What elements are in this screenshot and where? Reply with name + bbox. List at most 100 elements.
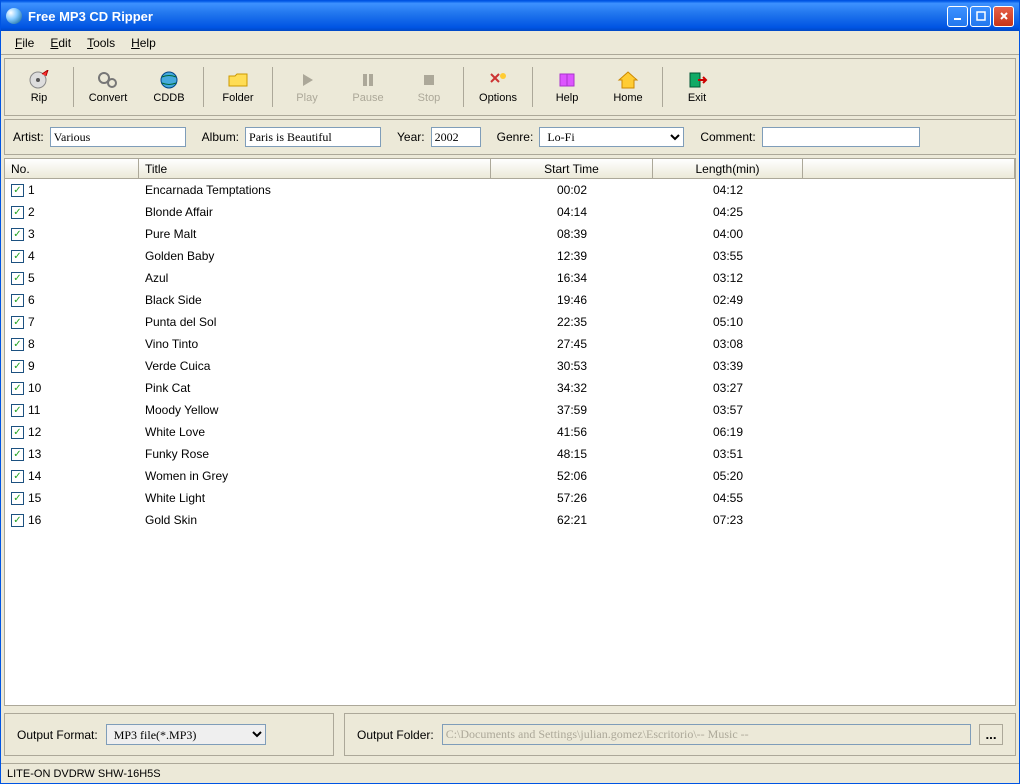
home-icon (616, 70, 640, 90)
output-format-select[interactable]: MP3 file(*.MP3) (106, 724, 266, 745)
stop-button[interactable]: Stop (399, 63, 459, 111)
track-title: Pure Malt (139, 226, 491, 242)
exit-icon (685, 70, 709, 90)
track-checkbox[interactable]: ✓ (11, 272, 24, 285)
track-checkbox[interactable]: ✓ (11, 294, 24, 307)
output-folder-field[interactable] (442, 724, 971, 745)
track-no: 13 (28, 447, 41, 461)
browse-button[interactable]: ... (979, 724, 1003, 745)
table-row[interactable]: ✓2Blonde Affair04:1404:25 (5, 201, 1015, 223)
track-no: 1 (28, 183, 35, 197)
stop-icon (417, 70, 441, 90)
home-button[interactable]: Home (598, 63, 658, 111)
track-no: 11 (28, 403, 40, 417)
track-checkbox[interactable]: ✓ (11, 250, 24, 263)
track-list: No. Title Start Time Length(min) ✓1Encar… (4, 158, 1016, 706)
track-checkbox[interactable]: ✓ (11, 470, 24, 483)
menu-help[interactable]: Help (123, 34, 164, 52)
track-checkbox[interactable]: ✓ (11, 426, 24, 439)
track-length: 04:25 (653, 204, 803, 220)
table-row[interactable]: ✓11Moody Yellow37:5903:57 (5, 399, 1015, 421)
metadata-panel: Artist: Album: Year: Genre: Lo-Fi Commen… (4, 119, 1016, 155)
track-no: 14 (28, 469, 41, 483)
table-row[interactable]: ✓10Pink Cat34:3203:27 (5, 377, 1015, 399)
track-start: 57:26 (491, 490, 653, 506)
exit-button[interactable]: Exit (667, 63, 727, 111)
track-start: 62:21 (491, 512, 653, 528)
track-no: 4 (28, 249, 35, 263)
col-start[interactable]: Start Time (491, 159, 653, 178)
table-row[interactable]: ✓13Funky Rose48:1503:51 (5, 443, 1015, 465)
col-title[interactable]: Title (139, 159, 491, 178)
cddb-button[interactable]: CDDB (139, 63, 199, 111)
track-no: 8 (28, 337, 35, 351)
track-title: Funky Rose (139, 446, 491, 462)
track-checkbox[interactable]: ✓ (11, 316, 24, 329)
col-spacer (803, 159, 1015, 178)
convert-button[interactable]: Convert (78, 63, 138, 111)
album-label: Album: (202, 130, 239, 144)
close-button[interactable] (993, 6, 1014, 27)
menu-tools[interactable]: Tools (79, 34, 123, 52)
table-row[interactable]: ✓12White Love41:5606:19 (5, 421, 1015, 443)
track-checkbox[interactable]: ✓ (11, 404, 24, 417)
track-no: 7 (28, 315, 35, 329)
table-row[interactable]: ✓7Punta del Sol22:3505:10 (5, 311, 1015, 333)
status-bar: LITE-ON DVDRW SHW-16H5S (1, 763, 1019, 783)
track-checkbox[interactable]: ✓ (11, 492, 24, 505)
genre-select[interactable]: Lo-Fi (539, 127, 684, 147)
toolbar: Rip Convert CDDB Folder Play Pause Stop … (4, 58, 1016, 116)
track-no: 10 (28, 381, 41, 395)
track-checkbox[interactable]: ✓ (11, 382, 24, 395)
minimize-button[interactable] (947, 6, 968, 27)
track-checkbox[interactable]: ✓ (11, 338, 24, 351)
menu-edit[interactable]: Edit (42, 34, 79, 52)
table-row[interactable]: ✓4Golden Baby12:3903:55 (5, 245, 1015, 267)
artist-field[interactable] (50, 127, 186, 147)
table-row[interactable]: ✓6Black Side19:4602:49 (5, 289, 1015, 311)
track-checkbox[interactable]: ✓ (11, 184, 24, 197)
track-length: 05:20 (653, 468, 803, 484)
globe-icon (157, 70, 181, 90)
table-row[interactable]: ✓15White Light57:2604:55 (5, 487, 1015, 509)
options-button[interactable]: Options (468, 63, 528, 111)
table-row[interactable]: ✓8Vino Tinto27:4503:08 (5, 333, 1015, 355)
rip-button[interactable]: Rip (9, 63, 69, 111)
help-button[interactable]: Help (537, 63, 597, 111)
comment-field[interactable] (762, 127, 920, 147)
track-checkbox[interactable]: ✓ (11, 206, 24, 219)
track-start: 52:06 (491, 468, 653, 484)
maximize-button[interactable] (970, 6, 991, 27)
year-field[interactable] (431, 127, 481, 147)
track-start: 27:45 (491, 336, 653, 352)
track-start: 37:59 (491, 402, 653, 418)
tools-icon (486, 70, 510, 90)
track-checkbox[interactable]: ✓ (11, 228, 24, 241)
table-row[interactable]: ✓9Verde Cuica30:5303:39 (5, 355, 1015, 377)
track-start: 19:46 (491, 292, 653, 308)
folder-button[interactable]: Folder (208, 63, 268, 111)
track-no: 6 (28, 293, 35, 307)
track-title: Women in Grey (139, 468, 491, 484)
table-row[interactable]: ✓1Encarnada Temptations00:0204:12 (5, 179, 1015, 201)
track-checkbox[interactable]: ✓ (11, 514, 24, 527)
track-length: 05:10 (653, 314, 803, 330)
col-length[interactable]: Length(min) (653, 159, 803, 178)
col-no[interactable]: No. (5, 159, 139, 178)
track-title: White Light (139, 490, 491, 506)
track-length: 03:57 (653, 402, 803, 418)
track-checkbox[interactable]: ✓ (11, 360, 24, 373)
table-row[interactable]: ✓16Gold Skin62:2107:23 (5, 509, 1015, 531)
table-row[interactable]: ✓ 14 Women in Grey52:0605:20 (5, 465, 1015, 487)
album-field[interactable] (245, 127, 381, 147)
track-title: Verde Cuica (139, 358, 491, 374)
table-row[interactable]: ✓5Azul16:3403:12 (5, 267, 1015, 289)
track-title: Pink Cat (139, 380, 491, 396)
output-folder-box: Output Folder: ... (344, 713, 1016, 756)
menu-file[interactable]: File (7, 34, 42, 52)
play-button[interactable]: Play (277, 63, 337, 111)
track-length: 04:12 (653, 182, 803, 198)
track-checkbox[interactable]: ✓ (11, 448, 24, 461)
table-row[interactable]: ✓3Pure Malt08:3904:00 (5, 223, 1015, 245)
pause-button[interactable]: Pause (338, 63, 398, 111)
